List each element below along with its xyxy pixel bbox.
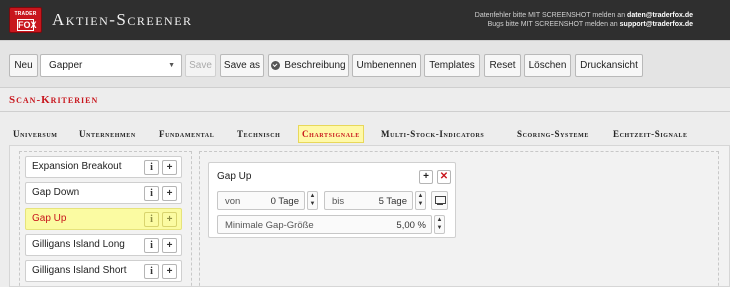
panel-title: Gap Up [217, 171, 252, 182]
chevron-down-icon: ▼ [168, 62, 175, 69]
delete-button[interactable]: Löschen [524, 54, 571, 77]
toolbar: Neu Gapper ▼ Save Save as Beschreibung U… [0, 40, 730, 88]
reset-button[interactable]: Reset [484, 54, 521, 77]
save-button[interactable]: Save [185, 54, 216, 77]
info-icon[interactable]: i [144, 264, 159, 279]
from-days-field[interactable]: von 0 Tage [217, 191, 305, 210]
to-days-field[interactable]: bis 5 Tage [324, 191, 413, 210]
plus-icon[interactable]: + [162, 264, 177, 279]
min-gap-size-field[interactable]: Minimale Gap-Größe 5,00 % [217, 215, 432, 234]
signal-item-expansion-breakout[interactable]: Expansion Breakout i + [25, 156, 182, 178]
tab-chartsignale[interactable]: Chartsignale [298, 125, 364, 143]
signal-item-gap-down[interactable]: Gap Down i + [25, 182, 182, 204]
section-title: Scan-Kriterien [9, 94, 99, 106]
signal-item-gilligans-island-long[interactable]: Gilligans Island Long i + [25, 234, 182, 256]
gap-up-criterion-panel: Gap Up + ✕ von 0 Tage ▲ ▼ bis 5 Tage ▲ ▼ M… [208, 162, 456, 238]
app-title: Aktien-Screener [52, 10, 193, 29]
tab-echtzeit-signale[interactable]: Echtzeit-Signale [613, 125, 688, 143]
data-error-hint: Datenfehler bitte MIT SCREENSHOT melden … [474, 12, 693, 19]
from-days-stepper[interactable]: ▲ ▼ [307, 191, 318, 210]
save-as-button[interactable]: Save as [220, 54, 264, 77]
plus-icon[interactable]: + [162, 186, 177, 201]
plus-icon[interactable]: + [419, 170, 433, 184]
check-circle-icon [271, 61, 281, 70]
plus-icon[interactable]: + [162, 212, 177, 227]
rename-button[interactable]: Umbenennen [352, 54, 421, 77]
support-email-link[interactable]: support@traderfox.de [620, 21, 693, 28]
info-icon[interactable]: i [144, 186, 159, 201]
min-gap-size-stepper[interactable]: ▲ ▼ [434, 215, 445, 234]
plus-icon[interactable]: + [162, 238, 177, 253]
info-icon[interactable]: i [144, 160, 159, 175]
plus-icon[interactable]: + [162, 160, 177, 175]
section-divider [0, 111, 730, 112]
tab-technisch[interactable]: Technisch [237, 125, 280, 143]
new-button[interactable]: Neu [9, 54, 38, 77]
tab-scoring-systeme[interactable]: Scoring-Systeme [517, 125, 589, 143]
description-button[interactable]: Beschreibung [268, 54, 349, 77]
tab-multi-stock-indicators[interactable]: Multi-Stock-Indicators [381, 125, 484, 143]
info-icon[interactable]: i [144, 212, 159, 227]
signal-item-gap-up[interactable]: Gap Up i + [25, 208, 182, 230]
traderfox-logo[interactable]: TRADER FOX [9, 7, 42, 33]
screen-select-value: Gapper [49, 60, 83, 71]
print-view-button[interactable]: Druckansicht [575, 54, 643, 77]
monitor-icon[interactable] [431, 191, 448, 210]
app-header: TRADER FOX Aktien-Screener Datenfehler b… [0, 0, 730, 40]
templates-button[interactable]: Templates [424, 54, 480, 77]
close-icon[interactable]: ✕ [437, 170, 451, 184]
tab-universum[interactable]: Universum [13, 125, 58, 143]
screen-select[interactable]: Gapper ▼ [40, 54, 182, 77]
data-error-email-link[interactable]: daten@traderfox.de [627, 12, 693, 19]
tab-unternehmen[interactable]: Unternehmen [79, 125, 136, 143]
criteria-content: Expansion Breakout i + Gap Down i + Gap … [9, 145, 730, 287]
bug-hint: Bugs bitte MIT SCREENSHOT melden an supp… [487, 21, 693, 28]
signal-item-gilligans-island-short[interactable]: Gilligans Island Short i + [25, 260, 182, 282]
info-icon[interactable]: i [144, 238, 159, 253]
tab-fundamental[interactable]: Fundamental [159, 125, 214, 143]
to-days-stepper[interactable]: ▲ ▼ [415, 191, 426, 210]
